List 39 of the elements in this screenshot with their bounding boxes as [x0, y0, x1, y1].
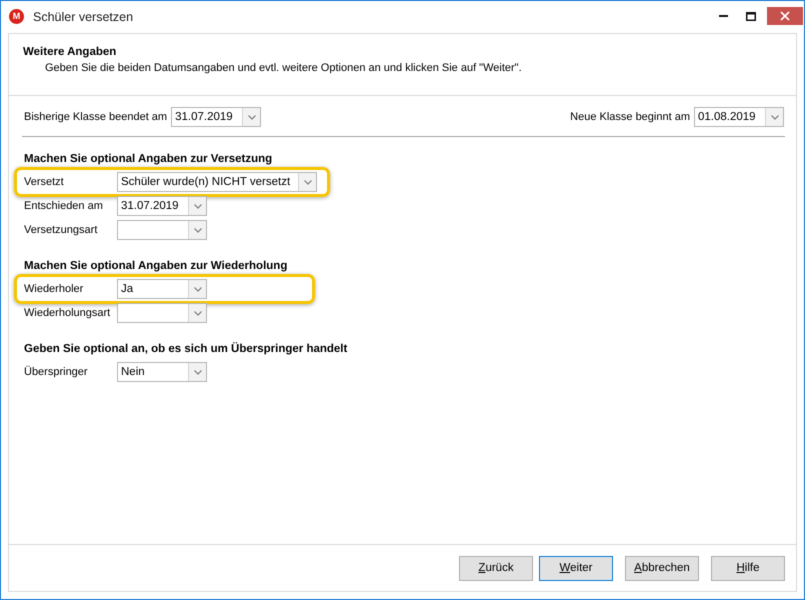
minimize-icon [718, 15, 728, 17]
field-label: Versetzungsart [24, 224, 98, 236]
date-dropdown[interactable]: 01.08.2019 [694, 107, 784, 127]
date-dropdown[interactable]: 31.07.2019 [171, 107, 262, 127]
dropdown-field[interactable]: Schüler wurde(n) NICHT versetzt [117, 172, 318, 192]
group-heading: Geben Sie optional an, ob es sich um Überspringer handelt [24, 342, 348, 356]
dropdown-field[interactable]: Ja [117, 279, 207, 299]
chevron-down-icon [194, 228, 202, 232]
dialog-button[interactable]: Zurück [459, 556, 533, 580]
close-icon [780, 11, 790, 21]
close-button[interactable] [767, 7, 803, 25]
dropdown-field[interactable]: 31.07.2019 [117, 196, 207, 216]
dropdown-field[interactable]: Nein [117, 362, 207, 382]
chevron-down-icon [194, 370, 202, 374]
section-title: Weitere Angaben [23, 45, 118, 60]
field-label: Wiederholungsart [24, 307, 112, 319]
field-label: Bisherige Klasse beendet am [24, 111, 168, 123]
maximize-icon [746, 12, 756, 20]
window-title: Schüler versetzen [33, 10, 134, 24]
chevron-down-icon [770, 114, 778, 120]
field-label: Überspringer [24, 366, 89, 378]
dialog-button[interactable]: Abbrechen [625, 556, 699, 580]
field-label: Versetzt [24, 176, 65, 188]
group-heading: Machen Sie optional Angaben zur Wiederholung [24, 259, 288, 273]
field-label: Neue Klasse beginnt am [570, 111, 690, 123]
app-logo: M [9, 9, 24, 24]
dropdown-field[interactable] [117, 303, 207, 323]
dropdown-field[interactable] [117, 220, 207, 240]
chevron-down-icon [194, 286, 202, 292]
dialog-button[interactable]: Weiter [539, 556, 613, 580]
instruction-text: Geben Sie die beiden Datumsangaben und evtl. weitere Optionen an und klicken Sie auf "Weiter". [45, 61, 523, 76]
group-heading: Machen Sie optional Angaben zur Versetzung [24, 152, 274, 166]
chevron-down-icon [194, 204, 202, 208]
chevron-down-icon [304, 180, 312, 184]
field-label: Wiederholer [24, 283, 84, 295]
chevron-down-icon [248, 114, 256, 120]
field-label: Entschieden am [24, 200, 104, 212]
dialog-button[interactable]: Hilfe [711, 556, 785, 580]
chevron-down-icon [194, 310, 202, 316]
